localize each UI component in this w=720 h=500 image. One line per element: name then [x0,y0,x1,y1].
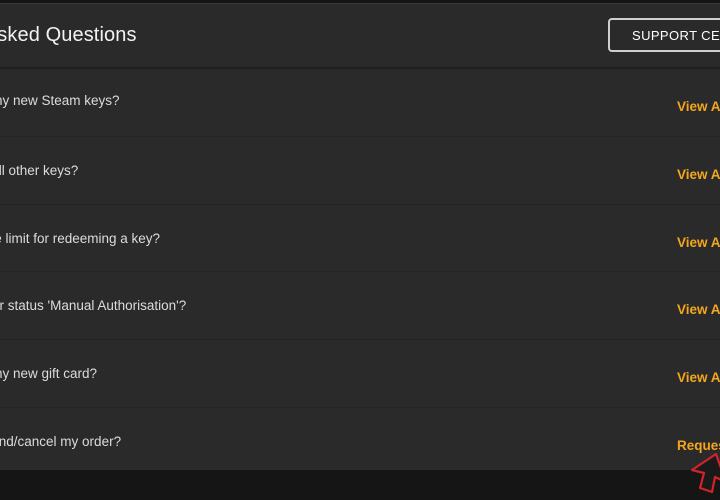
faq-item: e all other keys? View A [0,137,720,205]
support-center-button[interactable]: SUPPORT CEN [608,18,720,52]
faq-question: e my new Steam keys? [0,93,120,108]
view-answer-link[interactable]: View A [677,370,720,385]
faq-question: ime limit for redeeming a key? [0,230,161,246]
faq-title: tly Asked Questions [0,24,137,46]
faq-item: rder status 'Manual Authorisation'? View… [0,272,720,341]
faq-question: efund/cancel my order? [0,433,122,449]
faq-item: e my new Steam keys? View A [0,69,720,137]
faq-list: e my new Steam keys? View A e all other … [0,69,720,475]
view-answer-link[interactable]: View A [677,167,720,182]
faq-question: e my new gift card? [0,366,98,382]
faq-item: e my new gift card? View A [0,340,720,408]
faq-question: e all other keys? [0,162,79,178]
view-answer-link[interactable]: View A [677,99,720,114]
faq-panel: tly Asked Questions SUPPORT CEN e my new… [0,3,720,471]
faq-item: ime limit for redeeming a key? View A [0,205,720,273]
faq-item: efund/cancel my order? Reques [0,408,720,475]
page: tly Asked Questions SUPPORT CEN e my new… [0,0,720,500]
view-answer-link[interactable]: View A [677,235,720,250]
cursor-arrow-icon [690,452,720,494]
faq-header: tly Asked Questions SUPPORT CEN [0,4,720,69]
faq-question: rder status 'Manual Authorisation'? [0,298,187,314]
view-answer-link[interactable]: View A [677,302,720,317]
bottom-bar [0,470,720,500]
